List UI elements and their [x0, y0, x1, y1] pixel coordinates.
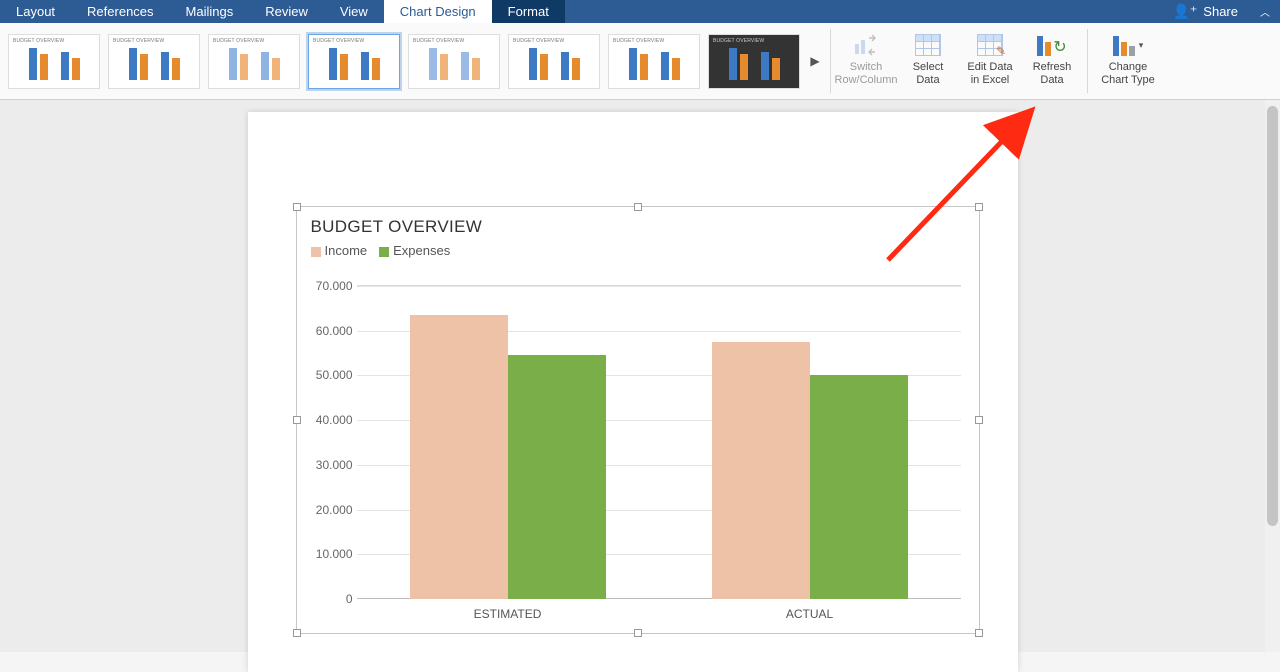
- legend-item-income[interactable]: Income: [311, 243, 368, 258]
- document-area: BUDGET OVERVIEW Income Expenses 010.0002…: [0, 100, 1265, 652]
- y-axis-label: 0: [309, 592, 353, 606]
- bar-expenses[interactable]: [508, 355, 606, 599]
- chart-style-thumb[interactable]: BUDGET OVERVIEW: [8, 34, 100, 89]
- refresh-data-button[interactable]: ↻ Refresh Data: [1025, 27, 1079, 87]
- edit-data-excel-label: Edit Data in Excel: [967, 61, 1012, 87]
- tab-review[interactable]: Review: [249, 0, 324, 23]
- refresh-data-label: Refresh Data: [1033, 61, 1072, 87]
- resize-handle[interactable]: [975, 629, 983, 637]
- tab-chart-design[interactable]: Chart Design: [384, 0, 492, 23]
- vertical-scrollbar[interactable]: [1265, 100, 1280, 652]
- data-group: Switch Row/Column Select Data Edit Data …: [831, 23, 1087, 99]
- chart-style-thumb[interactable]: BUDGET OVERVIEW: [308, 34, 400, 89]
- chart-styles-gallery: BUDGET OVERVIEWBUDGET OVERVIEWBUDGET OVE…: [0, 23, 830, 99]
- y-axis-label: 60.000: [309, 324, 353, 338]
- chart-object[interactable]: BUDGET OVERVIEW Income Expenses 010.0002…: [296, 206, 980, 634]
- edit-data-excel-button[interactable]: Edit Data in Excel: [963, 27, 1017, 87]
- resize-handle[interactable]: [293, 416, 301, 424]
- y-axis-label: 50.000: [309, 368, 353, 382]
- chart-style-thumb[interactable]: BUDGET OVERVIEW: [108, 34, 200, 89]
- chart-style-thumb[interactable]: BUDGET OVERVIEW: [208, 34, 300, 89]
- chart-style-thumb[interactable]: BUDGET OVERVIEW: [608, 34, 700, 89]
- y-axis-label: 20.000: [309, 503, 353, 517]
- chevron-down-icon: ▾: [1139, 40, 1144, 51]
- tab-mailings[interactable]: Mailings: [170, 0, 250, 23]
- collapse-ribbon-button[interactable]: ︿: [1250, 4, 1280, 19]
- change-chart-type-icon: ▾: [1113, 31, 1144, 59]
- chart-style-thumb[interactable]: BUDGET OVERVIEW: [708, 34, 800, 89]
- ribbon: BUDGET OVERVIEWBUDGET OVERVIEWBUDGET OVE…: [0, 23, 1280, 100]
- chart-plot-area[interactable]: 010.00020.00030.00040.00050.00060.00070.…: [357, 285, 961, 599]
- resize-handle[interactable]: [293, 203, 301, 211]
- tab-layout[interactable]: Layout: [0, 0, 71, 23]
- tab-format[interactable]: Format: [492, 0, 565, 23]
- y-axis-label: 70.000: [309, 279, 353, 293]
- ribbon-tabs: Layout References Mailings Review View C…: [0, 0, 1280, 23]
- resize-handle[interactable]: [975, 416, 983, 424]
- bar-income[interactable]: [410, 315, 508, 599]
- refresh-data-icon: ↻: [1037, 31, 1066, 59]
- share-icon: 👤⁺: [1172, 3, 1197, 20]
- share-label: Share: [1203, 4, 1238, 19]
- select-data-button[interactable]: Select Data: [901, 27, 955, 87]
- select-data-icon: [915, 31, 941, 59]
- switch-row-column-label: Switch Row/Column: [835, 61, 898, 87]
- chart-style-thumb[interactable]: BUDGET OVERVIEW: [508, 34, 600, 89]
- share-button[interactable]: 👤⁺ Share: [1160, 3, 1250, 20]
- select-data-label: Select Data: [913, 61, 944, 87]
- switch-row-column-button: Switch Row/Column: [839, 27, 893, 87]
- x-axis-label: ESTIMATED: [474, 607, 542, 621]
- chart-style-thumb[interactable]: BUDGET OVERVIEW: [408, 34, 500, 89]
- change-chart-type-button[interactable]: ▾ Change Chart Type: [1096, 27, 1160, 87]
- resize-handle[interactable]: [975, 203, 983, 211]
- resize-handle[interactable]: [634, 629, 642, 637]
- y-axis-label: 30.000: [309, 458, 353, 472]
- tab-view[interactable]: View: [324, 0, 384, 23]
- resize-handle[interactable]: [293, 629, 301, 637]
- scrollbar-thumb[interactable]: [1267, 106, 1278, 526]
- bar-expenses[interactable]: [810, 375, 908, 599]
- resize-handle[interactable]: [634, 203, 642, 211]
- page: BUDGET OVERVIEW Income Expenses 010.0002…: [248, 112, 1018, 672]
- chevron-up-icon: ︿: [1260, 4, 1270, 19]
- x-axis-label: ACTUAL: [786, 607, 833, 621]
- change-chart-type-label: Change Chart Type: [1101, 61, 1155, 87]
- tab-references[interactable]: References: [71, 0, 169, 23]
- legend-item-expenses[interactable]: Expenses: [379, 243, 450, 258]
- chart-title[interactable]: BUDGET OVERVIEW: [297, 207, 979, 237]
- type-group: ▾ Change Chart Type: [1088, 23, 1168, 99]
- switch-row-column-icon: [853, 31, 879, 59]
- gallery-overflow-button[interactable]: ▶: [808, 54, 822, 68]
- y-axis-label: 10.000: [309, 547, 353, 561]
- edit-data-excel-icon: [977, 31, 1003, 59]
- bar-income[interactable]: [712, 342, 810, 599]
- y-axis-label: 40.000: [309, 413, 353, 427]
- chart-legend[interactable]: Income Expenses: [297, 237, 979, 258]
